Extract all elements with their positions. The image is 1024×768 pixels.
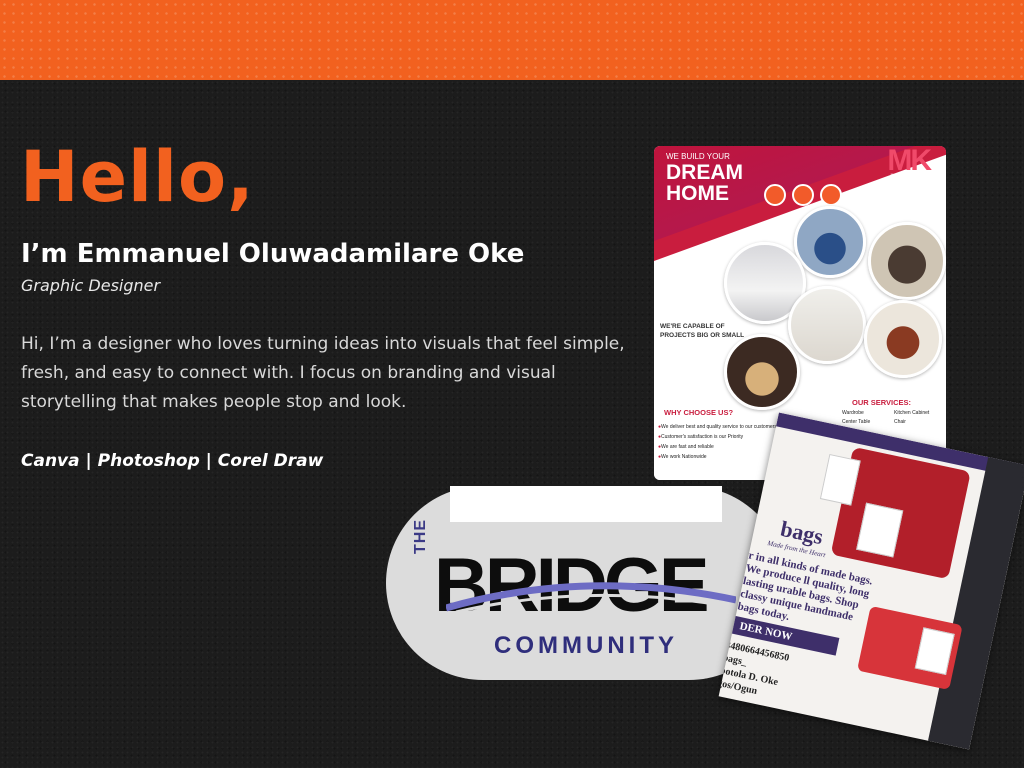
office-badge-icon — [792, 184, 814, 206]
dining-photo — [868, 222, 946, 300]
kitchen-badge-icon — [820, 184, 842, 206]
flyer-services-list: Wardrobe Center Table Kitchen Cabinet Ch… — [842, 410, 938, 428]
dining-set-photo — [864, 300, 942, 378]
flyer-services-heading: OUR SERVICES: — [852, 398, 912, 407]
home-badge-icon — [764, 184, 786, 206]
logo-the: THE — [412, 519, 429, 554]
flyer-tagline: WE BUILD YOUR — [666, 152, 730, 161]
top-accent-bar — [0, 0, 1024, 80]
bags-contact: 8480664456850 bags_ botola D. Oke gos/Og… — [719, 639, 791, 703]
list-item: We work Nationwide — [658, 454, 777, 464]
designer-tools: Canva | Photoshop | Corel Draw — [21, 451, 324, 471]
bed-photo — [724, 334, 800, 410]
logo-community: COMMUNITY — [494, 632, 678, 659]
mk-logo-sub: INTERIOR DESIGN — [890, 172, 926, 177]
bridge-arc-icon — [446, 582, 736, 614]
flyer-why-heading: WHY CHOOSE US? — [664, 408, 734, 417]
designer-bio: Hi, I’m a designer who loves turning ide… — [21, 334, 625, 412]
designer-name: I’m Emmanuel Oluwadamilare Oke — [21, 239, 525, 269]
vanity-photo — [788, 286, 866, 364]
list-item: Chair — [894, 419, 906, 425]
sofa-photo — [794, 206, 866, 278]
flyer-why-list: We deliver best and quality service to o… — [658, 424, 777, 464]
logo-notch — [450, 486, 722, 522]
list-item: Kitchen Cabinet — [894, 410, 930, 416]
list-item: We deliver best and quality service to o… — [658, 424, 777, 434]
list-item: Customer's satisfaction is our Priority — [658, 434, 777, 444]
greeting-heading: Hello, — [20, 136, 255, 218]
designer-role: Graphic Designer — [21, 276, 161, 295]
list-item: We are fast and reliable — [658, 444, 777, 454]
bridge-community-logo: THE BRIDGE COMMUNITY — [386, 486, 786, 680]
flyer-capable: WE'RE CAPABLE OF PROJECTS BIG OR SMALL — [660, 323, 745, 339]
flyer-badges — [764, 184, 842, 206]
list-item: Wardrobe — [842, 410, 864, 416]
